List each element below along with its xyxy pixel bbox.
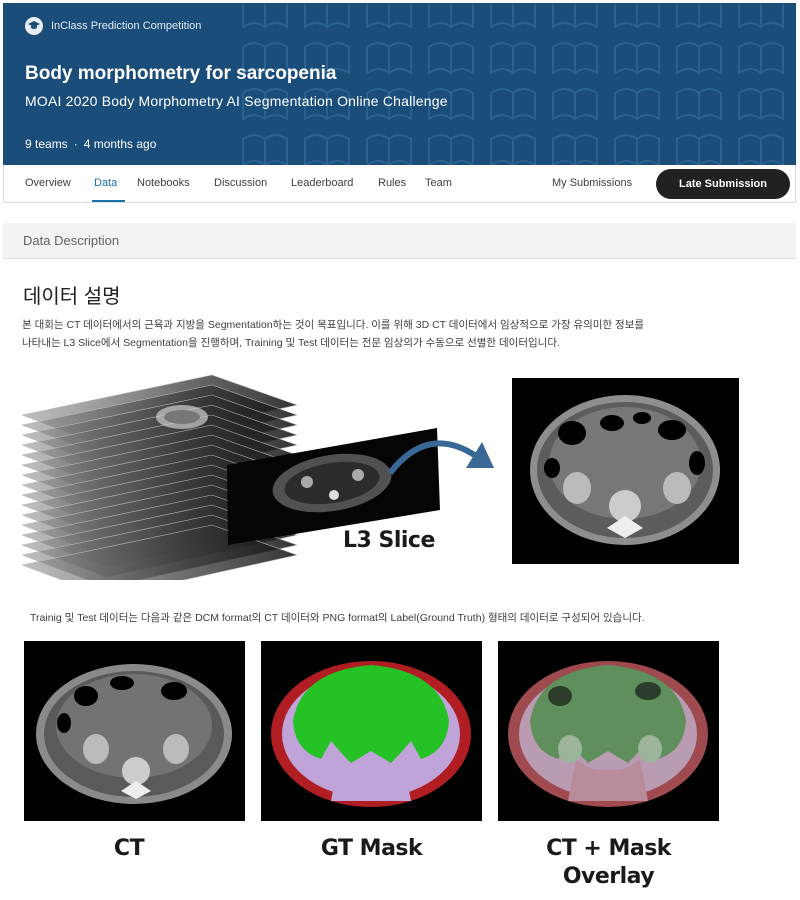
- competition-age: 4 months ago: [83, 137, 157, 151]
- competition-subtitle: MOAI 2020 Body Morphometry AI Segmentati…: [25, 93, 448, 109]
- tab-notebooks[interactable]: Notebooks: [137, 177, 190, 189]
- l3-slice-label: L3 Slice: [343, 528, 435, 553]
- tab-rules[interactable]: Rules: [378, 177, 406, 189]
- book-pattern-icon: [428, 134, 474, 165]
- overlay-caption-line-2: Overlay: [562, 864, 655, 889]
- active-tab-indicator: [92, 200, 125, 202]
- book-pattern-icon: [552, 88, 598, 122]
- book-pattern-icon: [738, 134, 784, 165]
- book-pattern-icon: [614, 88, 660, 122]
- book-pattern-icon: [552, 3, 598, 30]
- competition-tabs: Overview Data Notebooks Discussion Leade…: [3, 165, 796, 203]
- description-line-2: 나타내는 L3 Slice에서 Segmentation을 진행하며, Trai…: [22, 337, 560, 349]
- description-paragraph: 본 대회는 CT 데이터에서의 근육과 지방을 Segmentation하는 것…: [22, 316, 782, 352]
- competition-banner: InClass Prediction Competition Body morp…: [3, 3, 796, 165]
- ct-caption: CT: [113, 836, 145, 861]
- book-pattern-icon: [366, 134, 412, 165]
- book-pattern-icon: [304, 3, 350, 30]
- book-pattern-icon: [614, 3, 660, 30]
- book-pattern-icon: [366, 42, 412, 76]
- tab-overview[interactable]: Overview: [25, 177, 71, 189]
- book-pattern-icon: [428, 3, 474, 30]
- section-title: 데이터 설명: [23, 286, 121, 308]
- book-pattern-icon: [614, 134, 660, 165]
- book-pattern-icon: [490, 88, 536, 122]
- competition-type: InClass Prediction Competition: [25, 17, 201, 35]
- my-submissions-link[interactable]: My Submissions: [552, 177, 632, 189]
- ct-slice-image: [512, 378, 739, 564]
- book-pattern-icon: [676, 88, 722, 122]
- arrow-icon: [388, 440, 494, 475]
- overlay-caption-line-1: CT + Mask: [546, 836, 671, 861]
- gt-mask-caption: GT Mask: [320, 836, 423, 861]
- book-pattern-icon: [738, 42, 784, 76]
- overlay-image: [498, 641, 719, 821]
- data-description-header: Data Description: [3, 223, 796, 259]
- book-pattern-icon: [490, 3, 536, 30]
- graduation-cap-icon: [25, 17, 43, 35]
- gt-mask-image: [261, 641, 482, 821]
- book-pattern-icon: [490, 134, 536, 165]
- tab-data[interactable]: Data: [94, 177, 117, 189]
- book-pattern-icon: [428, 42, 474, 76]
- ct-image: [24, 641, 245, 821]
- book-pattern-icon: [676, 42, 722, 76]
- book-pattern-icon: [676, 3, 722, 30]
- format-description: Trainig 및 Test 데이터는 다음과 같은 DCM format의 C…: [30, 612, 645, 624]
- late-submission-button[interactable]: Late Submission: [656, 169, 790, 199]
- book-pattern-icon: [242, 3, 288, 30]
- competition-title: Body morphometry for sarcopenia: [25, 63, 337, 84]
- tab-leaderboard[interactable]: Leaderboard: [291, 177, 353, 189]
- team-count: 9 teams: [25, 137, 68, 151]
- book-pattern-icon: [738, 3, 784, 30]
- book-pattern-icon: [614, 42, 660, 76]
- tab-discussion[interactable]: Discussion: [214, 177, 267, 189]
- book-pattern-icon: [242, 134, 288, 165]
- meta-separator: ·: [73, 137, 78, 151]
- competition-type-label: InClass Prediction Competition: [51, 20, 202, 32]
- book-pattern-icon: [366, 3, 412, 30]
- book-pattern-icon: [738, 88, 784, 122]
- book-pattern-icon: [490, 42, 536, 76]
- overlay-caption: CT + Mask Overlay: [498, 835, 719, 891]
- book-pattern-icon: [676, 134, 722, 165]
- book-pattern-icon: [552, 134, 598, 165]
- data-description-label: Data Description: [23, 233, 120, 248]
- description-line-1: 본 대회는 CT 데이터에서의 근육과 지방을 Segmentation하는 것…: [22, 319, 645, 331]
- competition-meta: 9 teams · 4 months ago: [25, 137, 156, 151]
- book-pattern-icon: [304, 134, 350, 165]
- book-pattern-icon: [552, 42, 598, 76]
- tab-team[interactable]: Team: [425, 177, 452, 189]
